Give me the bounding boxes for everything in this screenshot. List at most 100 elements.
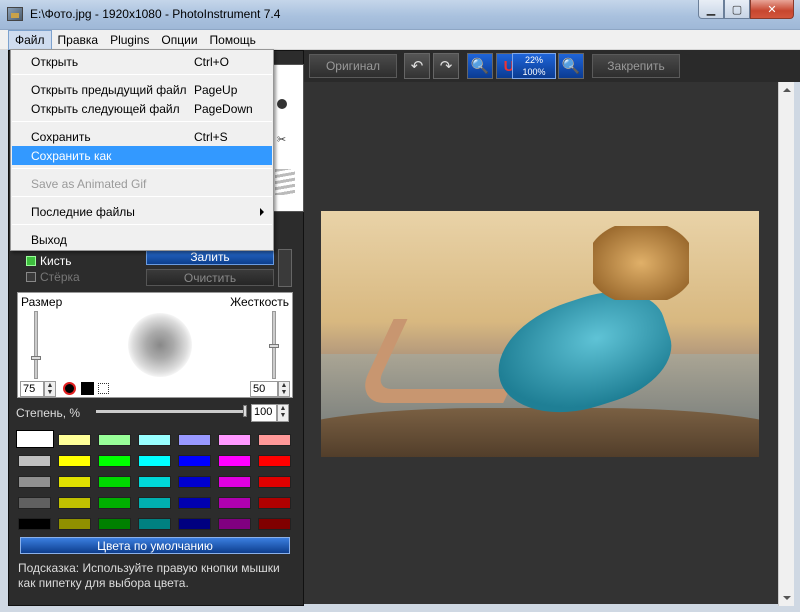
color-swatch[interactable] [138, 497, 171, 509]
color-swatch[interactable] [18, 476, 51, 488]
panel-scroll-handle[interactable] [278, 249, 292, 287]
color-swatch[interactable] [258, 518, 291, 530]
degree-slider-thumb[interactable] [243, 405, 247, 417]
size-input[interactable]: 75 [20, 381, 44, 397]
color-swatch[interactable] [218, 518, 251, 530]
menu-options[interactable]: Опции [155, 30, 203, 50]
color-swatch[interactable] [16, 430, 54, 448]
menu-recent-files[interactable]: Последние файлы [12, 202, 272, 221]
dot-icon [277, 99, 287, 109]
round-brush-icon[interactable] [63, 382, 76, 395]
brush-checkbox[interactable] [26, 256, 36, 266]
color-swatch[interactable] [178, 497, 211, 509]
menu-plugins[interactable]: Plugins [104, 30, 155, 50]
menu-save-as-label: Сохранить как [31, 149, 112, 163]
color-swatch[interactable] [178, 476, 211, 488]
color-swatch[interactable] [218, 497, 251, 509]
hardness-input[interactable]: 50 [250, 381, 278, 397]
window-title: E:\Фото.jpg - 1920x1080 - PhotoInstrumen… [30, 7, 281, 21]
pin-button[interactable]: Закрепить [592, 54, 680, 78]
hardness-label: Жесткость [230, 295, 289, 309]
color-swatch[interactable] [18, 518, 51, 530]
color-swatch[interactable] [258, 455, 291, 467]
degree-spinner[interactable]: ▲ ▼ [277, 404, 289, 422]
hardness-spinner[interactable]: ▲ ▼ [278, 381, 290, 397]
menu-separator [12, 121, 272, 122]
color-swatch[interactable] [218, 476, 251, 488]
menu-open-next-shortcut: PageDown [194, 102, 253, 116]
eraser-checkbox[interactable] [26, 272, 36, 282]
color-swatch[interactable] [98, 518, 131, 530]
zoom-in-icon[interactable]: 🔍 [558, 53, 584, 79]
menu-save-shortcut: Ctrl+S [194, 130, 228, 144]
menu-help[interactable]: Помощь [204, 30, 262, 50]
color-swatch[interactable] [138, 434, 171, 446]
color-swatch[interactable] [218, 434, 251, 446]
color-swatch[interactable] [98, 434, 131, 446]
color-swatch[interactable] [178, 434, 211, 446]
menu-exit[interactable]: Выход [12, 230, 272, 249]
menu-save-as[interactable]: Сохранить как [12, 146, 272, 165]
menu-open-previous-shortcut: PageUp [194, 83, 238, 97]
selection-brush-icon[interactable] [98, 383, 109, 394]
hardness-slider-thumb[interactable] [269, 344, 279, 348]
color-swatch[interactable] [138, 518, 171, 530]
color-swatch[interactable] [178, 455, 211, 467]
brush-option[interactable]: Кисть [26, 254, 71, 268]
color-swatch[interactable] [178, 518, 211, 530]
zoom-out-icon[interactable]: 🔍 [467, 53, 493, 79]
brush-label: Кисть [40, 254, 72, 268]
menu-open-next[interactable]: Открыть следующей файл PageDown [12, 99, 272, 118]
original-button[interactable]: Оригинал [309, 54, 397, 78]
app-window: E:\Фото.jpg - 1920x1080 - PhotoInstrumen… [0, 0, 800, 612]
color-swatch[interactable] [218, 455, 251, 467]
degree-input[interactable]: 100 [251, 404, 277, 422]
photo-preview[interactable] [321, 211, 759, 457]
color-swatch[interactable] [258, 476, 291, 488]
maximize-button[interactable]: ▢ [724, 0, 750, 19]
image-canvas[interactable] [304, 82, 778, 604]
vertical-scrollbar[interactable] [778, 82, 794, 606]
brush-settings-box: Размер Жесткость 75 ▲ ▼ 50 ▲ ▼ [17, 292, 293, 398]
color-swatch[interactable] [18, 497, 51, 509]
color-swatch[interactable] [258, 434, 291, 446]
tool-thumbnail-strip[interactable]: ✂ [270, 64, 304, 212]
clear-button[interactable]: Очистить [146, 269, 274, 286]
hardness-slider[interactable] [269, 311, 279, 379]
degree-label: Степень, % [16, 406, 81, 420]
square-brush-icon[interactable] [81, 382, 94, 395]
color-swatch[interactable] [58, 455, 91, 467]
default-colors-button[interactable]: Цвета по умолчанию [20, 537, 290, 554]
minimize-button[interactable]: ▁ [698, 0, 724, 19]
size-slider[interactable] [31, 311, 41, 379]
scroll-down-icon[interactable] [783, 596, 791, 600]
color-swatch[interactable] [98, 476, 131, 488]
color-swatch[interactable] [18, 455, 51, 467]
color-swatch[interactable] [98, 455, 131, 467]
color-swatch[interactable] [98, 497, 131, 509]
title-bar: E:\Фото.jpg - 1920x1080 - PhotoInstrumen… [0, 0, 800, 30]
color-swatch[interactable] [138, 455, 171, 467]
degree-slider[interactable] [96, 405, 247, 417]
menu-file[interactable]: Файл [8, 30, 52, 50]
eraser-label: Стёрка [40, 270, 80, 284]
color-swatch[interactable] [58, 518, 91, 530]
menu-save-label: Сохранить [31, 130, 91, 144]
undo-icon[interactable]: ↶ [404, 53, 430, 79]
menu-open[interactable]: Открыть Ctrl+O [12, 52, 272, 71]
menu-edit[interactable]: Правка [52, 30, 105, 50]
menu-save[interactable]: Сохранить Ctrl+S [12, 127, 272, 146]
zoom-readout[interactable]: 22% 100% [512, 53, 556, 79]
close-button[interactable]: ✕ [750, 0, 794, 19]
size-spinner[interactable]: ▲ ▼ [44, 381, 56, 397]
color-swatch[interactable] [58, 434, 91, 446]
eraser-option[interactable]: Стёрка [26, 270, 80, 284]
redo-icon[interactable]: ↷ [433, 53, 459, 79]
color-swatch[interactable] [58, 497, 91, 509]
size-slider-thumb[interactable] [31, 356, 41, 360]
color-swatch[interactable] [138, 476, 171, 488]
color-swatch[interactable] [58, 476, 91, 488]
scroll-up-icon[interactable] [783, 88, 791, 92]
color-swatch[interactable] [258, 497, 291, 509]
menu-open-previous[interactable]: Открыть предыдущий файл PageUp [12, 80, 272, 99]
